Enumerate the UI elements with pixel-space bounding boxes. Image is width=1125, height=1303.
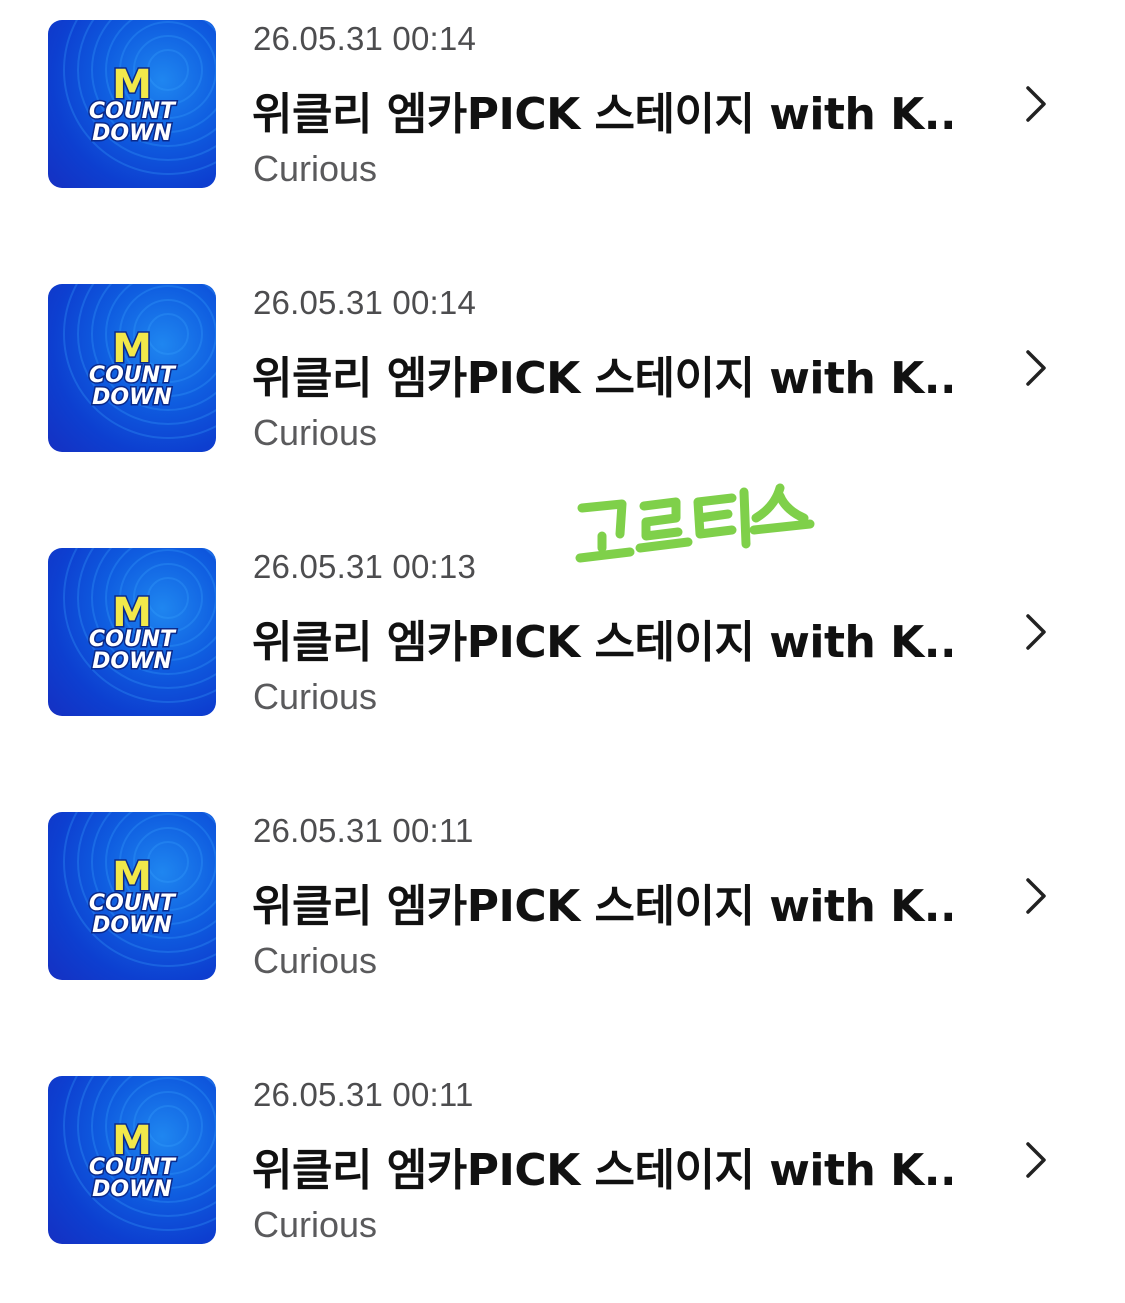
list-item[interactable]: M COUNT DOWN 26.05.31 00:14 위클리 엠카PICK 스… [0, 0, 1125, 190]
mcountdown-thumbnail: M COUNT DOWN [48, 20, 216, 188]
handwritten-watermark [572, 478, 817, 573]
timestamp: 26.05.31 00:11 [253, 1076, 474, 1113]
mcountdown-thumbnail: M COUNT DOWN [48, 548, 216, 716]
timestamp: 26.05.31 00:13 [253, 548, 477, 585]
logo-down-text: DOWN [92, 913, 172, 938]
timestamp: 26.05.31 00:14 [253, 284, 477, 321]
timestamp: 26.05.31 00:11 [253, 812, 474, 849]
mcountdown-thumbnail: M COUNT DOWN [48, 1076, 216, 1244]
item-artist: Curious [253, 940, 378, 981]
logo-down-text: DOWN [92, 385, 172, 410]
chevron-right-icon[interactable] [1020, 610, 1052, 654]
item-artist: Curious [253, 148, 378, 189]
list-item[interactable]: M COUNT DOWN 26.05.31 00:11 위클리 엠카PICK 스… [0, 792, 1125, 982]
item-title: 위클리 엠카PICK 스테이지 with K... [252, 881, 952, 932]
mcountdown-thumbnail: M COUNT DOWN [48, 284, 216, 452]
chevron-right-icon[interactable] [1020, 346, 1052, 390]
item-artist: Curious [253, 676, 378, 717]
logo-down-text: DOWN [92, 1177, 172, 1202]
item-title: 위클리 엠카PICK 스테이지 with K... [252, 1145, 952, 1196]
timestamp: 26.05.31 00:14 [253, 20, 477, 57]
list-item[interactable]: M COUNT DOWN 26.05.31 00:11 위클리 엠카PICK 스… [0, 1056, 1125, 1246]
logo-down-text: DOWN [92, 649, 172, 674]
chevron-right-icon[interactable] [1020, 874, 1052, 918]
item-title: 위클리 엠카PICK 스테이지 with K... [252, 89, 952, 140]
chevron-right-icon[interactable] [1020, 1138, 1052, 1182]
list-item[interactable]: M COUNT DOWN 26.05.31 00:14 위클리 엠카PICK 스… [0, 264, 1125, 454]
item-title: 위클리 엠카PICK 스테이지 with K... [252, 617, 952, 668]
item-title: 위클리 엠카PICK 스테이지 with K... [252, 353, 952, 404]
list-item[interactable]: M COUNT DOWN 26.05.31 00:13 위클리 엠카PICK 스… [0, 528, 1125, 718]
logo-down-text: DOWN [92, 121, 172, 146]
item-artist: Curious [253, 1204, 378, 1245]
chevron-right-icon[interactable] [1020, 82, 1052, 126]
item-artist: Curious [253, 412, 378, 453]
mcountdown-thumbnail: M COUNT DOWN [48, 812, 216, 980]
